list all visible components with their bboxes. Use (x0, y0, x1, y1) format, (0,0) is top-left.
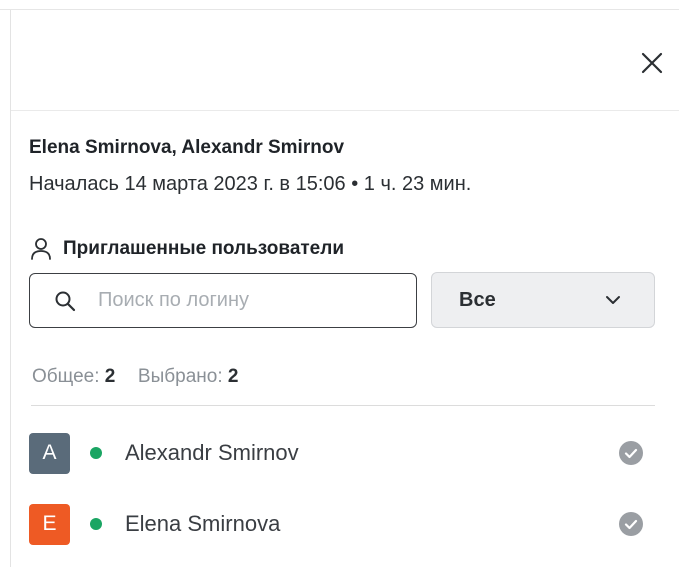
user-filter-dropdown[interactable]: Все (431, 272, 655, 328)
user-name: Elena Smirnova (125, 511, 281, 536)
close-icon (641, 52, 663, 74)
selected-label: Выбрано: (137, 366, 223, 387)
window-top-strip (0, 0, 679, 10)
selected-value: 2 (227, 366, 239, 387)
online-status-icon (90, 447, 102, 459)
list-item[interactable]: E Elena Smirnova (29, 502, 655, 546)
check-circle-icon[interactable] (619, 441, 643, 465)
search-input[interactable] (98, 289, 398, 312)
filter-selected-value: Все (459, 288, 496, 311)
invited-users-title: Приглашенные пользователи (63, 238, 345, 259)
chevron-down-icon (606, 296, 620, 304)
check-circle-icon[interactable] (619, 512, 643, 536)
close-button[interactable] (637, 48, 667, 78)
user-name: Alexandr Smirnov (125, 440, 299, 465)
list-divider (31, 405, 655, 406)
login-search[interactable] (29, 273, 417, 328)
total-value: 2 (104, 366, 116, 387)
call-started-info: Началась 14 марта 2023 г. в 15:06 • 1 ч.… (29, 173, 472, 195)
avatar: A (29, 432, 70, 474)
total-label: Общее: (32, 366, 100, 387)
user-icon (31, 238, 51, 260)
search-icon (55, 291, 76, 311)
call-participants-title: Elena Smirnova, Alexandr Smirnov (29, 137, 345, 158)
online-status-icon (90, 518, 102, 530)
invited-users-header: Приглашенные пользователи (30, 236, 344, 262)
user-counts: Общее: 2 Выбрано: 2 (32, 366, 238, 388)
panel-header (11, 10, 679, 111)
avatar: E (29, 503, 70, 545)
list-item[interactable]: A Alexandr Smirnov (29, 431, 655, 475)
